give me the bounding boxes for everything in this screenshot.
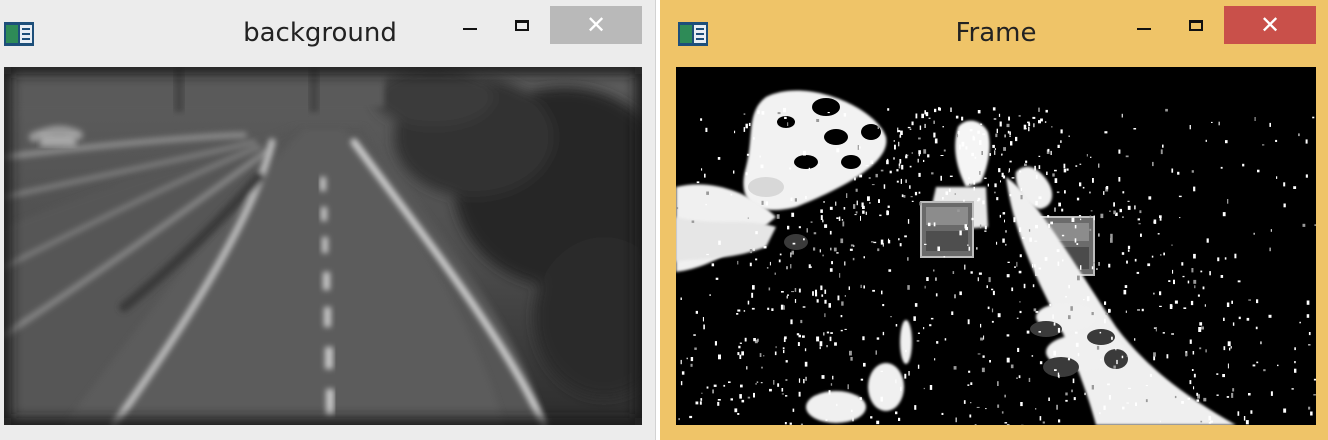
app-icon[interactable] [4,22,34,46]
close-button[interactable]: ✕ [1224,6,1316,44]
foreground-mask-image [676,67,1316,425]
frame-window: Frame ✕ [660,0,1328,440]
app-icon[interactable] [678,22,708,46]
close-icon: ✕ [585,11,607,39]
window-title: background [243,18,397,48]
grayscale-road-image [4,67,642,425]
maximize-icon [515,19,529,31]
maximize-icon [1189,19,1203,31]
minimize-icon [1137,28,1151,30]
window-title: Frame [955,18,1037,48]
maximize-button[interactable] [500,6,544,44]
background-window: background ✕ [0,0,656,440]
title-bar[interactable]: background ✕ [0,0,655,64]
frame-image-view [676,67,1316,425]
close-icon: ✕ [1259,11,1281,39]
minimize-button[interactable] [1122,6,1166,44]
minimize-icon [463,28,477,30]
title-bar[interactable]: Frame ✕ [660,0,1328,64]
close-button[interactable]: ✕ [550,6,642,44]
background-image-view [4,67,642,425]
minimize-button[interactable] [448,6,492,44]
maximize-button[interactable] [1174,6,1218,44]
